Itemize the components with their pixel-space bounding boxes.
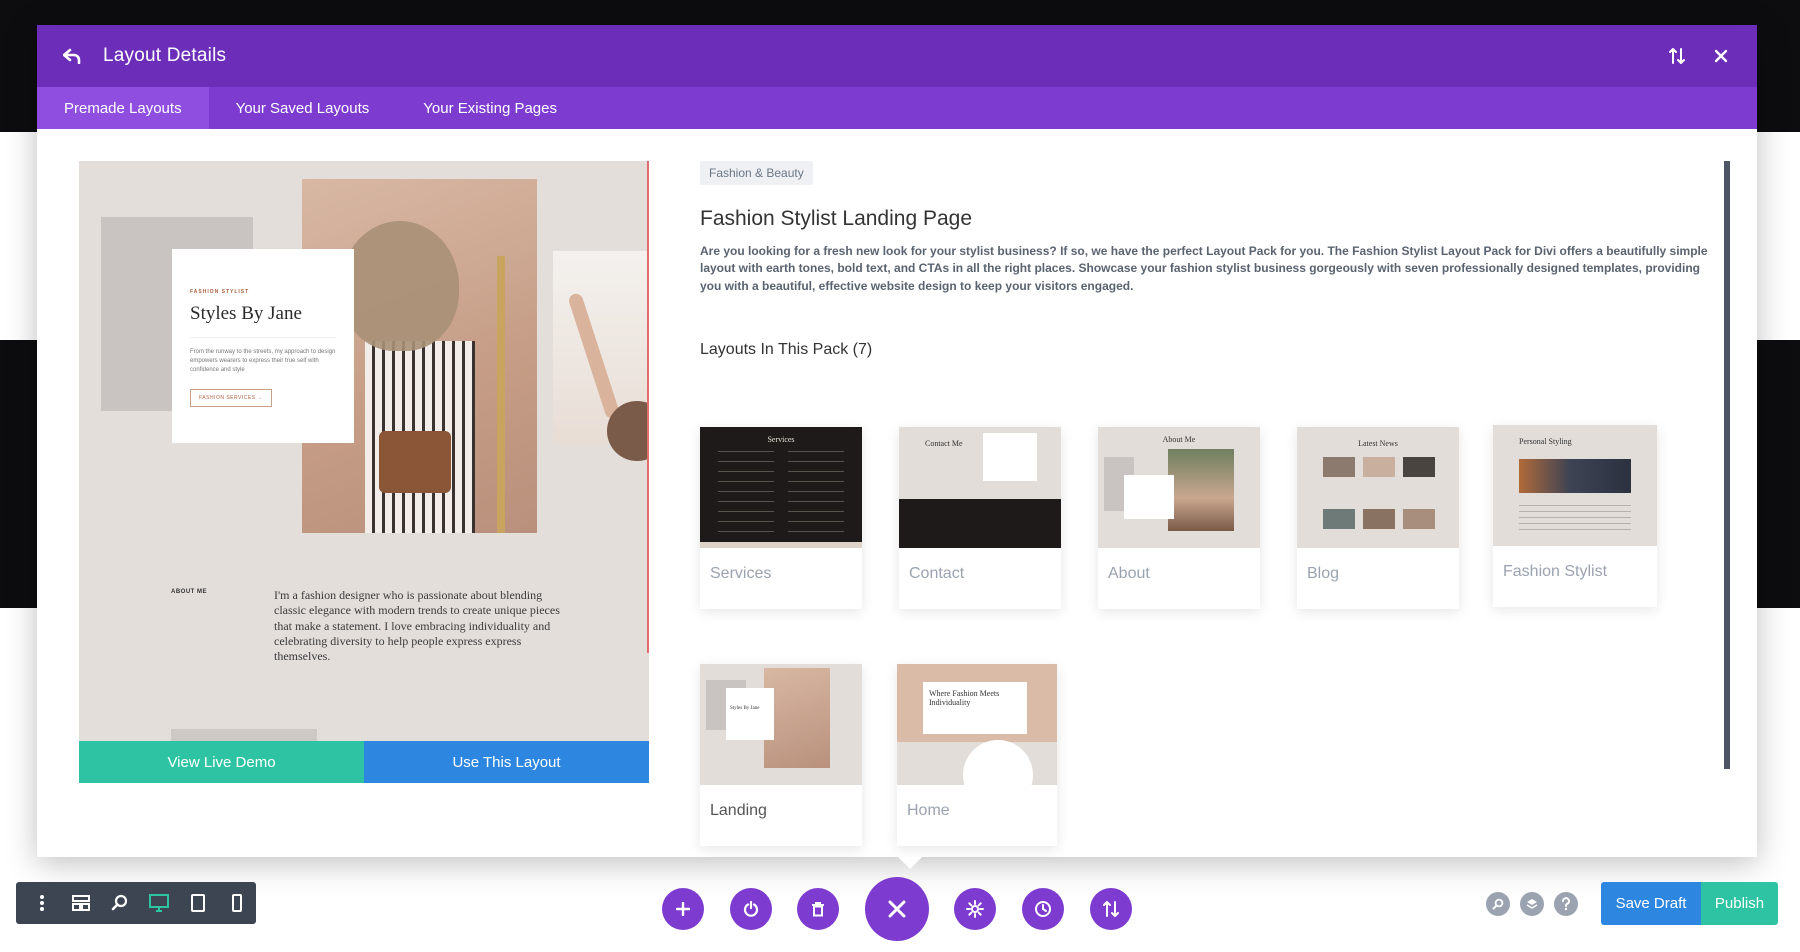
category-badge[interactable]: Fashion & Beauty (700, 161, 813, 185)
thumb-banner (1519, 459, 1631, 493)
preview-about-text: I'm a fashion designer who is passionate… (274, 588, 560, 664)
thumb-title: Personal Styling (1519, 437, 1572, 446)
layout-tabs: Premade Layouts Your Saved Layouts Your … (37, 87, 1757, 129)
wireframe-icon[interactable] (61, 882, 100, 924)
thumb-post (1323, 457, 1355, 477)
layout-title: Fashion Stylist Landing Page (700, 207, 973, 230)
back-icon[interactable] (59, 43, 85, 69)
preview-actions: View Live Demo Use This Layout (79, 741, 649, 783)
save-draft-button[interactable]: Save Draft (1601, 882, 1701, 925)
history-icon[interactable] (1022, 888, 1064, 930)
power-icon[interactable] (730, 888, 772, 930)
settings-icon[interactable] (954, 888, 996, 930)
zoom-icon[interactable] (100, 882, 139, 924)
menu-dots-icon[interactable] (22, 882, 61, 924)
thumb-image: Styles By Jane (700, 664, 862, 785)
thumb-image: Contact Me (899, 427, 1061, 548)
preview-bag (379, 431, 451, 493)
thumb-card (726, 688, 774, 740)
builder-toolbar (662, 877, 1132, 941)
preview-about-label: ABOUT ME (171, 589, 207, 595)
layout-card-label: Landing (710, 802, 767, 819)
layout-card-contact[interactable]: Contact Me Contact (899, 427, 1061, 609)
thumb-footer (700, 542, 862, 548)
layout-card-landing[interactable]: Styles By Jane Landing (700, 664, 862, 846)
thumb-lines (1519, 505, 1631, 535)
layout-card-home[interactable]: Where Fashion Meets Individuality Home (897, 664, 1057, 846)
layout-detail: Fashion & Beauty Fashion Stylist Landing… (700, 161, 1730, 359)
add-icon[interactable] (662, 888, 704, 930)
help-icons (1486, 892, 1588, 916)
phone-view-icon[interactable] (217, 882, 256, 924)
tab-saved-layouts[interactable]: Your Saved Layouts (209, 87, 397, 129)
layout-card-services[interactable]: Services Services (700, 427, 862, 609)
use-this-layout-button[interactable]: Use This Layout (364, 741, 649, 783)
preview-heading: Styles By Jane (190, 303, 302, 324)
thumb-portrait (1168, 449, 1234, 531)
layout-preview[interactable]: FASHION STYLIST Styles By Jane From the … (79, 161, 649, 783)
thumb-dark-band (899, 499, 1061, 548)
close-icon[interactable] (1707, 42, 1735, 70)
sort-icon[interactable] (1663, 42, 1691, 70)
preview-divider (190, 337, 336, 338)
help-icon[interactable] (1554, 892, 1578, 916)
toolbar-pointer (898, 857, 922, 869)
pack-heading: Layouts In This Pack (7) (700, 341, 873, 359)
preview-cta: FASHION SERVICES → (190, 389, 272, 407)
preview-hat (341, 221, 459, 351)
layout-card-label: Home (907, 802, 950, 819)
thumb-post (1323, 509, 1355, 529)
tab-existing-pages[interactable]: Your Existing Pages (396, 87, 584, 129)
thumb-post (1403, 509, 1435, 529)
desktop-view-icon[interactable] (139, 882, 178, 924)
detail-scrollbar[interactable] (1724, 161, 1730, 769)
thumb-image: Services (700, 427, 862, 548)
layout-card-label: Services (710, 565, 772, 582)
thumb-image: Personal Styling (1493, 425, 1657, 546)
layout-card-blog[interactable]: Latest News Blog (1297, 427, 1459, 609)
thumb-title: Latest News (1358, 439, 1398, 448)
tablet-view-icon[interactable] (178, 882, 217, 924)
publish-button[interactable]: Publish (1701, 882, 1778, 925)
layout-card-label: About (1108, 565, 1150, 582)
layout-card-fashion-stylist[interactable]: Personal Styling Fashion Stylist (1493, 425, 1657, 607)
thumb-post (1363, 457, 1395, 477)
thumb-title: Services (767, 435, 795, 444)
layout-card-label: Blog (1307, 565, 1340, 582)
layout-card-label: Contact (909, 565, 965, 582)
search-icon[interactable] (1486, 892, 1510, 916)
thumb-title: About Me (1162, 435, 1196, 444)
thumb-post (1363, 509, 1395, 529)
thumb-image: Where Fashion Meets Individuality (897, 664, 1057, 785)
thumb-image: About Me (1098, 427, 1260, 548)
thumb-lines (788, 451, 844, 537)
layout-description: Are you looking for a fresh new look for… (700, 244, 1708, 293)
thumb-post (1403, 457, 1435, 477)
trash-icon[interactable] (797, 888, 839, 930)
portability-icon[interactable] (1090, 888, 1132, 930)
tab-premade-layouts[interactable]: Premade Layouts (37, 87, 209, 129)
thumb-image: Latest News (1297, 427, 1459, 548)
preview-edge-line (647, 161, 649, 653)
modal-title: Layout Details (103, 45, 227, 66)
thumb-form (983, 433, 1037, 481)
preview-eyebrow: FASHION STYLIST (190, 289, 250, 295)
close-builder-icon[interactable] (865, 877, 929, 941)
layers-icon[interactable] (1520, 892, 1544, 916)
preview-rack (497, 256, 505, 533)
thumb-lines (718, 451, 774, 537)
thumb-title: Styles By Jane (730, 706, 760, 711)
thumb-title: Where Fashion Meets Individuality (929, 689, 1000, 707)
thumb-title: Contact Me (925, 439, 963, 448)
layout-pack-grid: Services Services Contact Me Contact Abo… (700, 425, 1680, 877)
preview-blurb: From the runway to the streets, my appro… (190, 349, 336, 373)
layout-card-about[interactable]: About Me About (1098, 427, 1260, 609)
preview-hero-card: FASHION STYLIST Styles By Jane From the … (172, 249, 354, 443)
thumb-card (1124, 475, 1174, 519)
view-live-demo-button[interactable]: View Live Demo (79, 741, 364, 783)
layout-card-label: Fashion Stylist (1503, 563, 1608, 580)
modal-header: Layout Details (37, 25, 1757, 87)
view-toolbar (16, 882, 256, 924)
